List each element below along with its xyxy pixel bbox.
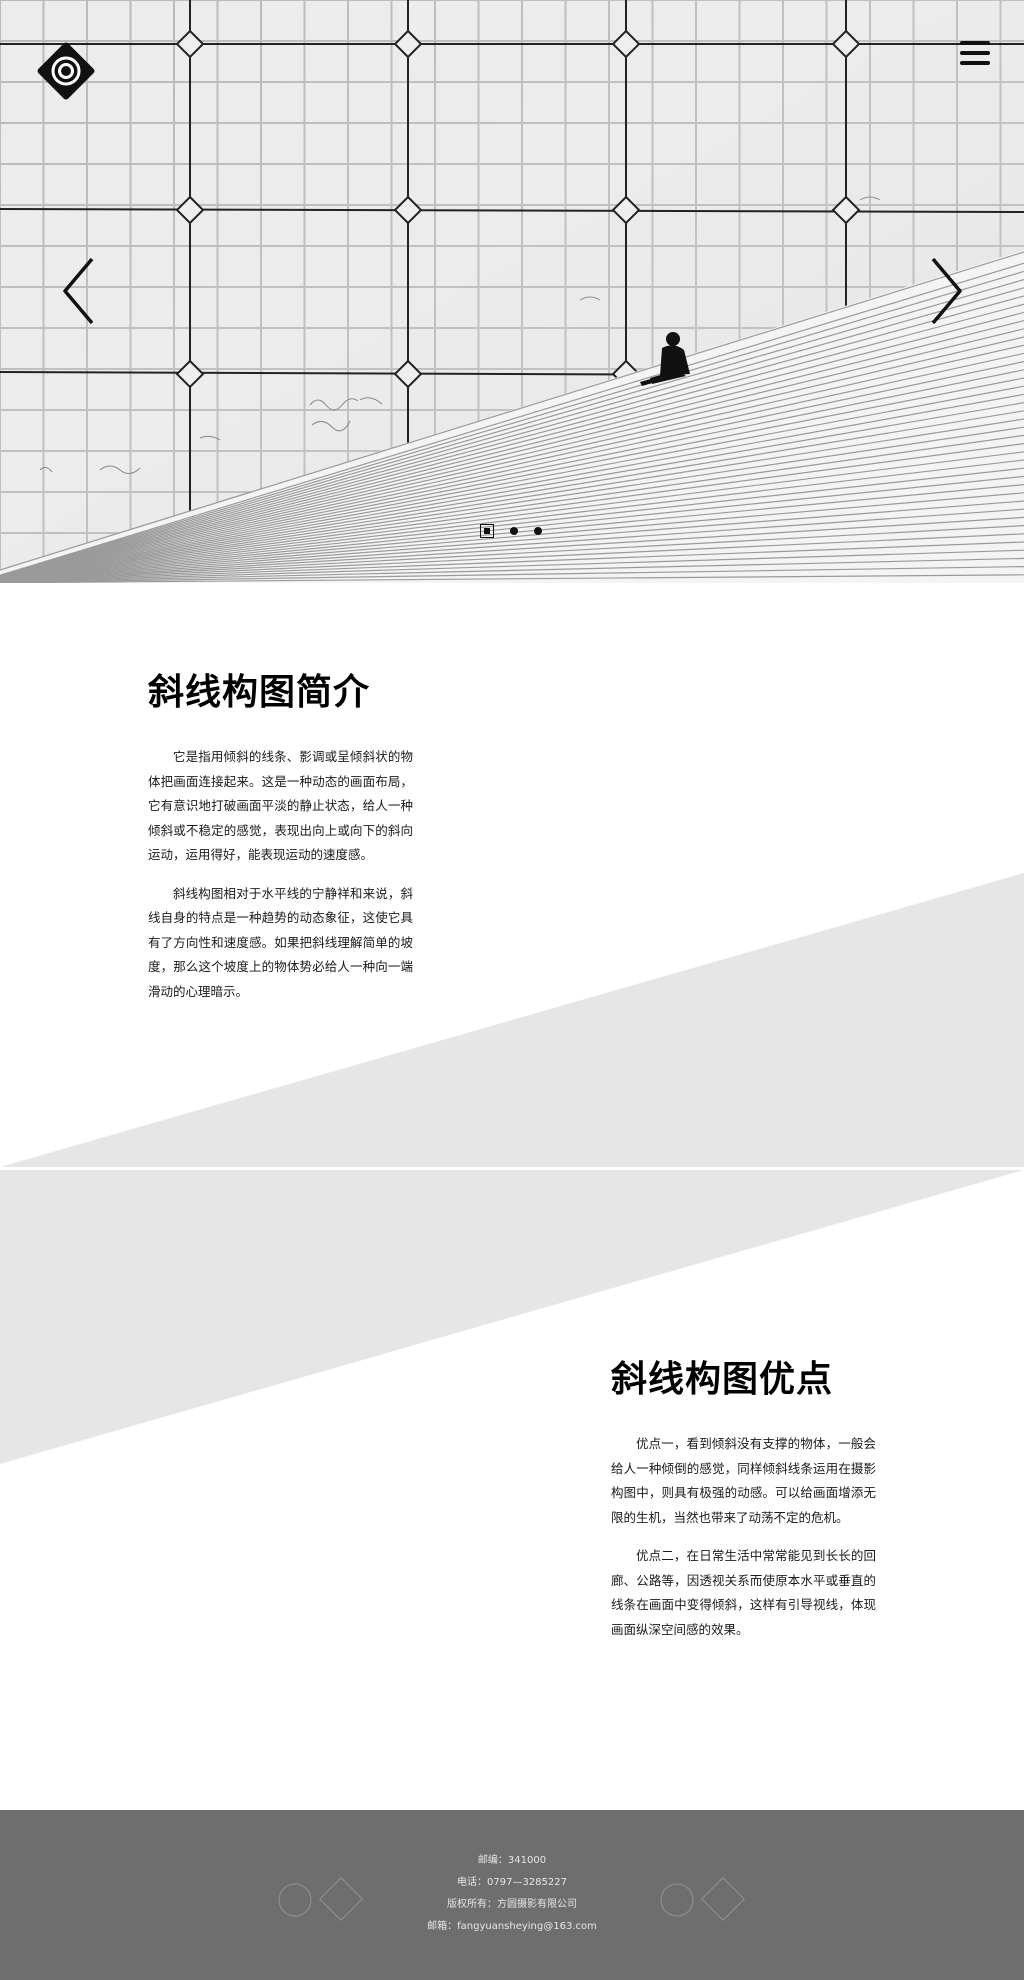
advantages-paragraph-2: 优点二，在日常生活中常常能见到长长的回廊、公路等，因透视关系而使原本水平或垂直的… (611, 1548, 876, 1637)
footer-postcode: 邮编：341000 (477, 1855, 547, 1866)
hamburger-menu-icon (960, 41, 990, 65)
intro-paragraph-2: 斜线构图相对于水平线的宁静祥和来说，斜线自身的特点是一种趋势的动态象征，这使它具… (148, 885, 413, 999)
intro-paragraph-1: 它是指用倾斜的线条、影调或呈倾斜状的物体把画面连接起来。这是一种动态的画面布局，… (148, 749, 413, 862)
carousel-dot-3[interactable] (534, 527, 542, 535)
intro-title: 斜线构图简介 (148, 672, 371, 713)
logo-link[interactable] (36, 41, 96, 101)
carousel-pagination (480, 524, 542, 538)
advantages-text-block: 斜线构图优点 优点一，看到倾斜没有支撑的物体，一般会给人一种倾倒的感觉，同样倾斜… (611, 1350, 876, 1656)
carousel-next-button[interactable] (925, 255, 965, 327)
footer-copyright: 版权所有：方圆摄影有限公司 (447, 1899, 577, 1910)
menu-button[interactable] (958, 38, 996, 68)
hero-carousel (0, 0, 1024, 583)
camera-lens-diamond-icon (37, 42, 95, 100)
carousel-dot-1[interactable] (480, 524, 494, 538)
hero-photo-stairs (0, 0, 1024, 583)
footer-phone: 电话：0797—3285227 (457, 1877, 567, 1888)
footer-email[interactable]: 邮箱：fangyuanshеying@163.com (0, 1916, 1024, 1938)
chevron-left-icon (63, 257, 94, 325)
carousel-prev-button[interactable] (60, 255, 100, 327)
carousel-dot-2[interactable] (510, 527, 518, 535)
footer-contact-info: 邮编：341000 电话：0797—3285227 版权所有：方圆摄影有限公司 … (0, 1850, 1024, 1938)
advantages-paragraph-1: 优点一，看到倾斜没有支撑的物体，一般会给人一种倾倒的感觉，同样倾斜线条运用在摄影… (611, 1436, 876, 1525)
advantages-title: 斜线构图优点 (611, 1359, 834, 1400)
advantages-section: 斜线构图优点 优点一，看到倾斜没有支撑的物体，一般会给人一种倾倒的感觉，同样倾斜… (0, 1170, 1024, 1810)
intro-section: 斜线构图简介 它是指用倾斜的线条、影调或呈倾斜状的物体把画面连接起来。这是一种动… (0, 583, 1024, 1167)
intro-text-block: 斜线构图简介 它是指用倾斜的线条、影调或呈倾斜状的物体把画面连接起来。这是一种动… (148, 663, 413, 1018)
chevron-right-icon (931, 257, 962, 325)
footer: 邮编：341000 电话：0797—3285227 版权所有：方圆摄影有限公司 … (0, 1810, 1024, 1980)
